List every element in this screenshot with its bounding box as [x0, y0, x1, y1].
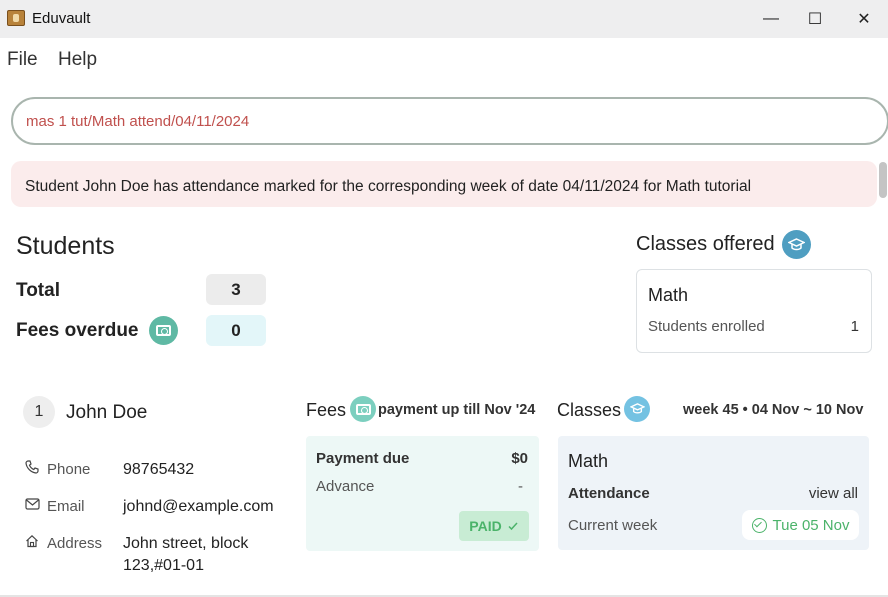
phone-label: Phone	[47, 461, 91, 478]
current-week-label: Current week	[568, 517, 658, 534]
money-icon	[350, 396, 376, 422]
class-offered-name: Math	[648, 285, 689, 305]
class-offered-card[interactable]: Math Students enrolled 1	[636, 269, 872, 353]
fees-subtitle: payment up till Nov '24	[378, 402, 536, 418]
class-attendance-card: Math Attendance view all Current week Tu…	[558, 436, 869, 550]
fees-overdue-value: 0	[206, 315, 266, 346]
total-label: Total	[16, 280, 60, 301]
class-name: Math	[568, 451, 609, 471]
payment-due-value: $0	[511, 450, 528, 467]
check-circle-icon	[751, 517, 767, 533]
result-display: Student John Doe has attendance marked f…	[11, 161, 877, 207]
money-icon	[149, 316, 178, 345]
total-value: 3	[206, 274, 266, 305]
fees-card: Payment due $0 Advance - PAID	[306, 436, 539, 551]
advance-value: -	[518, 478, 523, 495]
paid-check-icon	[508, 522, 518, 531]
title-bar: Eduvault — ☐ ✕	[0, 0, 888, 38]
students-enrolled-label: Students enrolled	[648, 318, 765, 335]
menu-help[interactable]: Help	[58, 49, 97, 71]
paid-badge: PAID	[459, 511, 529, 541]
phone-icon	[24, 460, 40, 477]
phone-value: 98765432	[123, 461, 195, 478]
minimize-button[interactable]: —	[748, 0, 794, 38]
email-value: johnd@example.com	[123, 498, 274, 515]
home-icon	[24, 534, 40, 551]
student-index: 1	[23, 396, 55, 428]
fees-title: Fees	[306, 400, 347, 420]
email-label: Email	[47, 498, 85, 515]
students-heading: Students	[16, 232, 115, 260]
window-title: Eduvault	[32, 10, 91, 27]
classes-title: Classes	[557, 400, 622, 420]
classes-offered-heading: Classes offered	[636, 233, 775, 255]
current-week-attendance: Tue 05 Nov	[742, 510, 859, 540]
classes-week: week 45 • 04 Nov ~ 10 Nov	[683, 402, 864, 418]
command-input[interactable]: mas 1 tut/Math attend/04/11/2024	[11, 97, 888, 145]
app-icon	[7, 10, 25, 26]
graduation-cap-icon	[624, 396, 650, 422]
address-label: Address	[47, 535, 103, 552]
menu-file[interactable]: File	[7, 49, 38, 71]
attendance-label: Attendance	[568, 485, 650, 502]
student-name: John Doe	[66, 402, 148, 423]
close-button[interactable]: ✕	[841, 0, 887, 38]
current-week-date: Tue 05 Nov	[772, 516, 850, 534]
fees-overdue-label: Fees overdue	[16, 320, 139, 341]
paid-badge-label: PAID	[469, 518, 502, 534]
payment-due-label: Payment due	[316, 450, 410, 467]
menu-bar	[0, 38, 888, 82]
graduation-cap-icon	[782, 230, 811, 259]
maximize-button[interactable]: ☐	[792, 0, 838, 38]
result-scrollbar[interactable]	[879, 162, 887, 198]
students-enrolled-count: 1	[850, 318, 859, 335]
address-line-1: John street, block	[123, 535, 249, 552]
address-line-2: 123,#01-01	[123, 557, 204, 574]
email-icon	[24, 497, 40, 513]
advance-label: Advance	[316, 478, 375, 495]
view-all-link[interactable]: view all	[809, 485, 858, 502]
